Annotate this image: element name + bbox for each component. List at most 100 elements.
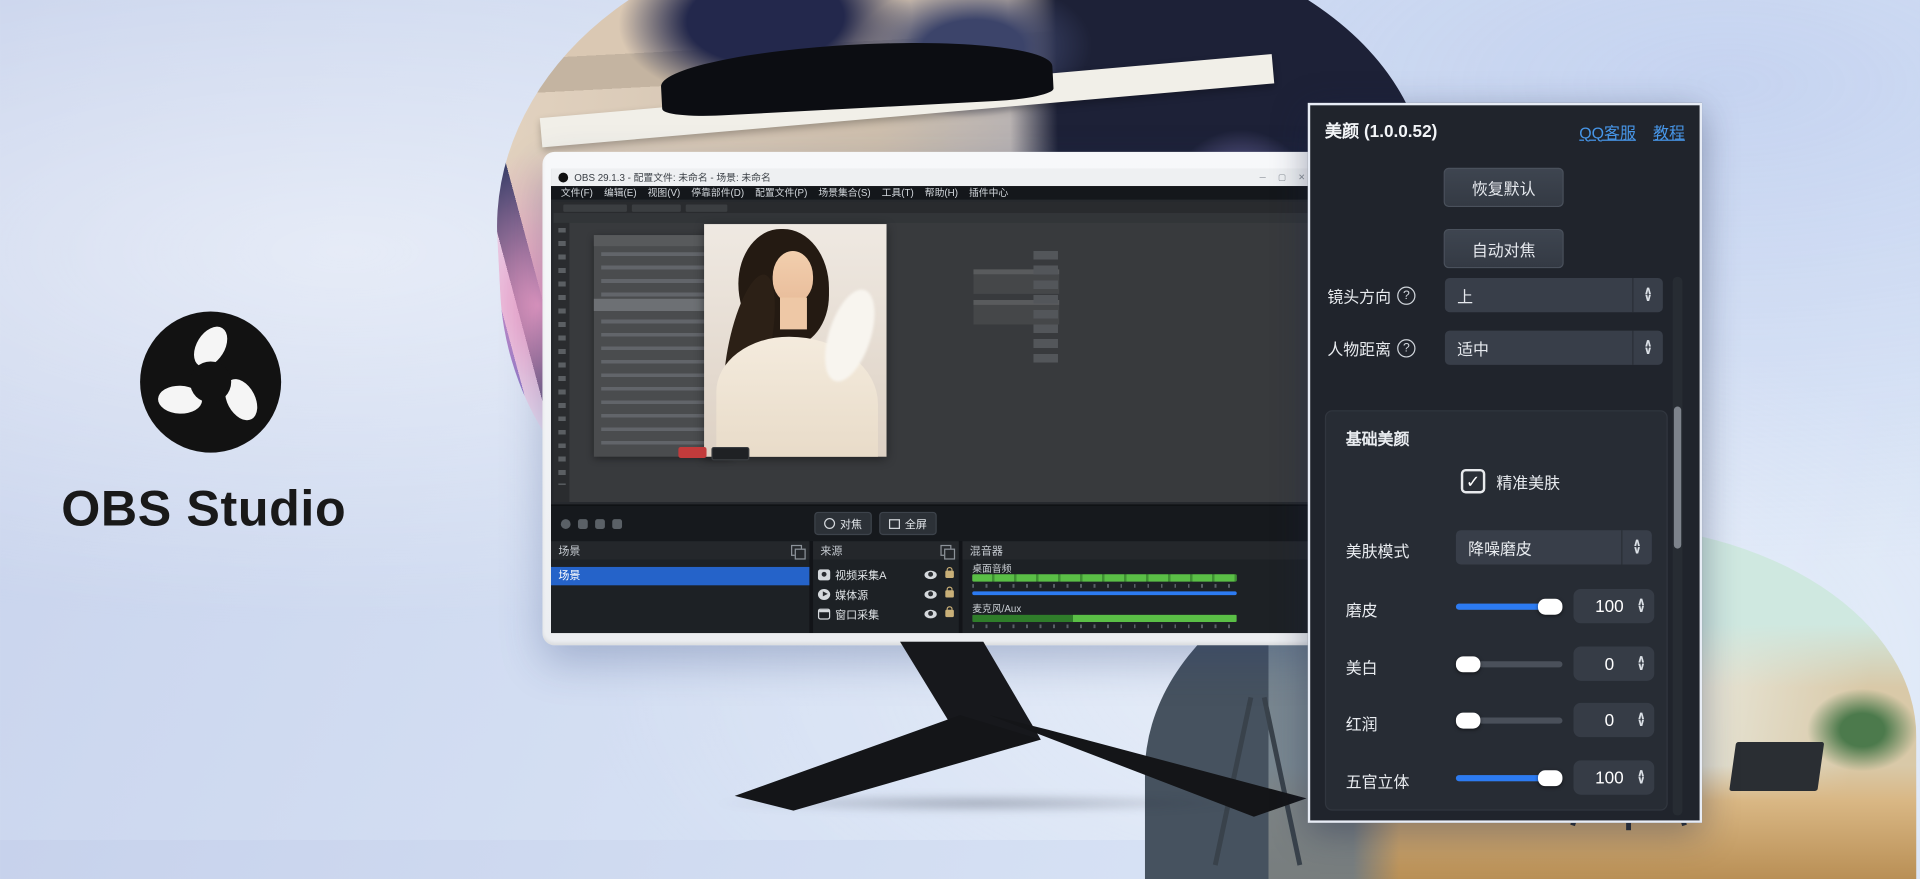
visibility-icon[interactable] <box>924 590 936 599</box>
slider-handle[interactable] <box>1456 712 1480 728</box>
menu-edit[interactable]: 编辑(E) <box>604 186 637 199</box>
obs-toolbar-strip: 对焦 全屏 <box>551 504 1318 541</box>
lens-icon <box>824 518 835 529</box>
panel-scrollbar[interactable] <box>1673 277 1683 816</box>
menu-profile[interactable]: 配置文件(P) <box>755 186 807 199</box>
beauty-plugin-panel: 美颜 (1.0.0.52) QQ客服 教程 恢复默认 自动对焦 镜头方向 ? 上… <box>1308 103 1702 823</box>
screen-icon <box>889 519 900 529</box>
fullscreen-toggle-button[interactable]: 全屏 <box>879 512 937 535</box>
window-controls[interactable]: ─ ▢ ✕ <box>1260 173 1311 183</box>
chevron-updown-icon: ∧∨ <box>1632 331 1663 365</box>
sources-dock: 来源 视频采集A 媒体源 窗口采集 <box>813 541 959 633</box>
obs-preview[interactable] <box>551 200 1318 505</box>
smooth-skin-slider[interactable] <box>1456 604 1563 610</box>
qq-support-link[interactable]: QQ客服 <box>1579 119 1636 142</box>
subject-distance-select[interactable]: 适中 ∧∨ <box>1445 331 1663 365</box>
whitening-value[interactable]: 0 ∧∨ <box>1573 647 1654 681</box>
scrollbar-thumb[interactable] <box>1674 407 1681 549</box>
menu-scene-collection[interactable]: 场景集合(S) <box>818 186 870 199</box>
sources-dock-title: 来源 <box>820 542 842 558</box>
menu-plugin-center[interactable]: 插件中心 <box>969 186 1008 199</box>
menu-docks[interactable]: 停靠部件(D) <box>691 186 744 199</box>
smooth-skin-value[interactable]: 100 ∧∨ <box>1573 589 1654 623</box>
menu-view[interactable]: 视图(V) <box>648 186 681 199</box>
spinner-arrows-icon[interactable]: ∧∨ <box>1637 771 1646 785</box>
obs-menubar: 文件(F) 编辑(E) 视图(V) 停靠部件(D) 配置文件(P) 场景集合(S… <box>551 186 1318 199</box>
captured-editor-window <box>553 202 1315 502</box>
restore-defaults-button[interactable]: 恢复默认 <box>1444 168 1564 207</box>
editor-tool-column <box>553 223 569 502</box>
popout-icon[interactable] <box>791 545 802 556</box>
help-icon[interactable]: ? <box>1397 339 1415 357</box>
smooth-skin-label: 磨皮 <box>1346 598 1378 621</box>
menu-help[interactable]: 帮助(H) <box>925 186 958 199</box>
status-icon-4 <box>612 519 622 529</box>
chevron-updown-icon: ∧∨ <box>1632 278 1663 312</box>
media-icon <box>818 588 830 599</box>
skin-mode-select[interactable]: 降噪磨皮 ∧∨ <box>1456 530 1652 564</box>
rosy-label: 红润 <box>1346 711 1378 734</box>
scenes-dock-title: 场景 <box>558 542 580 558</box>
whitening-label: 美白 <box>1346 655 1378 678</box>
slider-handle[interactable] <box>1538 598 1562 614</box>
status-icon-2 <box>578 519 588 529</box>
monitor-stand <box>686 642 1323 820</box>
spinner-arrows-icon[interactable]: ∧∨ <box>1637 657 1646 671</box>
lock-icon[interactable] <box>945 590 954 597</box>
window-capture-icon <box>818 608 830 619</box>
checkbox-checked-icon[interactable]: ✓ <box>1461 469 1485 493</box>
mixer-dock: 混音器 桌面音频 麦克风/Aux <box>962 541 1317 633</box>
source-row-camera[interactable]: 视频采集A <box>813 566 959 583</box>
visibility-icon[interactable] <box>924 570 936 579</box>
audio-meter <box>972 574 1236 581</box>
panel-title: 美颜 (1.0.0.52) <box>1325 119 1437 143</box>
chevron-updown-icon: ∧∨ <box>1621 530 1652 564</box>
autofocus-button[interactable]: 自动对焦 <box>1444 229 1564 268</box>
volume-slider[interactable] <box>972 591 1236 595</box>
face-3d-label: 五官立体 <box>1346 769 1410 792</box>
face-3d-slider[interactable] <box>1456 775 1563 781</box>
status-icon-1 <box>561 519 571 529</box>
visibility-icon[interactable] <box>924 609 936 618</box>
section-title: 基础美颜 <box>1346 426 1410 449</box>
lens-direction-label: 镜头方向 <box>1327 284 1391 307</box>
portrait-photo <box>704 224 886 457</box>
camera-icon <box>818 569 830 580</box>
face-3d-value[interactable]: 100 ∧∨ <box>1573 760 1654 794</box>
rosy-value[interactable]: 0 ∧∨ <box>1573 703 1654 737</box>
slider-handle[interactable] <box>1538 770 1562 786</box>
menu-tools[interactable]: 工具(T) <box>882 186 914 199</box>
skin-mode-label: 美肤模式 <box>1346 539 1410 562</box>
monitor-screen: OBS 29.1.3 - 配置文件: 未命名 - 场景: 未命名 ─ ▢ ✕ 文… <box>551 169 1318 633</box>
menu-file[interactable]: 文件(F) <box>561 186 593 199</box>
scene-list-item[interactable]: 场景 <box>551 567 809 585</box>
obs-window-title: OBS 29.1.3 - 配置文件: 未命名 - 场景: 未命名 <box>574 171 770 184</box>
popout-icon[interactable] <box>940 545 951 556</box>
mixer-dock-title: 混音器 <box>970 542 1003 558</box>
lock-icon[interactable] <box>945 571 954 578</box>
slider-handle[interactable] <box>1456 656 1480 672</box>
scenes-dock: 场景 场景 <box>551 541 809 633</box>
precise-skin-checkbox-row[interactable]: ✓ 精准美肤 <box>1461 469 1560 493</box>
tutorial-link[interactable]: 教程 <box>1653 119 1685 142</box>
focus-toggle-button[interactable]: 对焦 <box>814 512 872 535</box>
basic-beauty-section: 基础美颜 ✓ 精准美肤 美肤模式 降噪磨皮 ∧∨ 磨皮 100 ∧∨ 美白 <box>1325 410 1668 810</box>
obs-titlebar: OBS 29.1.3 - 配置文件: 未命名 - 场景: 未命名 ─ ▢ ✕ <box>551 169 1318 186</box>
rosy-slider[interactable] <box>1456 718 1563 724</box>
source-row-window[interactable]: 窗口采集 <box>813 605 959 622</box>
source-row-media[interactable]: 媒体源 <box>813 585 959 602</box>
status-icon-3 <box>595 519 605 529</box>
obs-docks: 场景 场景 来源 视频采集A 媒体源 <box>551 541 1318 633</box>
help-icon[interactable]: ? <box>1397 287 1415 305</box>
obs-titlebar-logo-icon <box>558 173 568 183</box>
whitening-slider[interactable] <box>1456 661 1563 667</box>
spinner-arrows-icon[interactable]: ∧∨ <box>1637 713 1646 727</box>
app-name: OBS Studio <box>61 480 346 538</box>
editor-dark-badge <box>711 447 749 460</box>
editor-red-badge <box>678 447 706 458</box>
subject-distance-label: 人物距离 <box>1327 337 1391 360</box>
lock-icon[interactable] <box>945 610 954 617</box>
precise-skin-label: 精准美肤 <box>1496 470 1560 493</box>
lens-direction-select[interactable]: 上 ∧∨ <box>1445 278 1663 312</box>
spinner-arrows-icon[interactable]: ∧∨ <box>1637 599 1646 613</box>
